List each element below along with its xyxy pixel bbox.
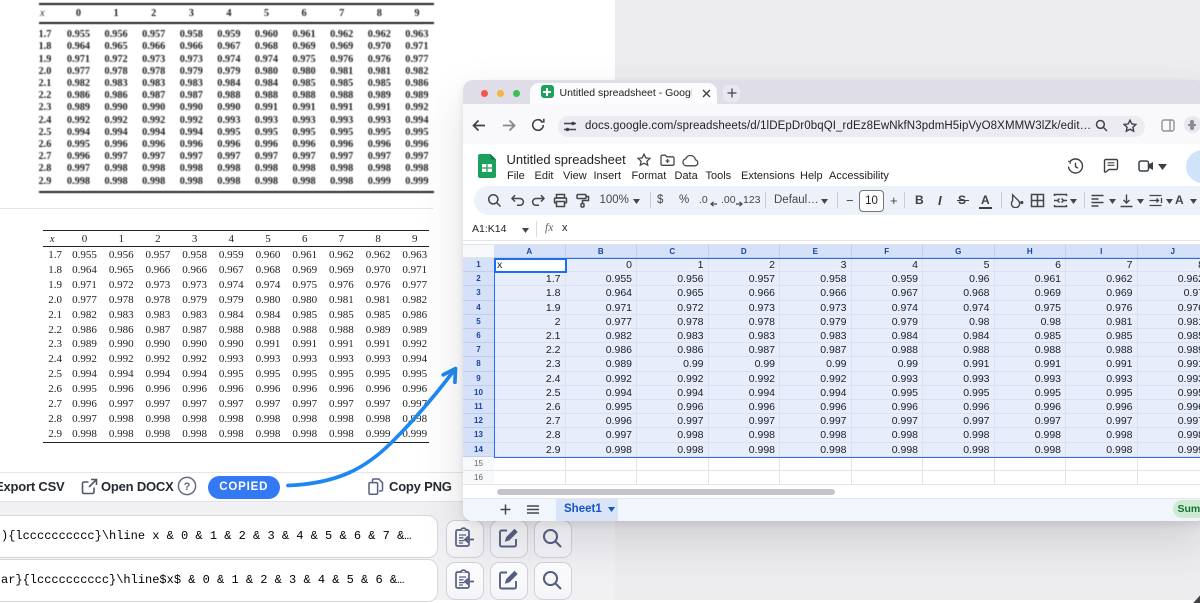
svg-text:?: ?: [184, 481, 191, 493]
